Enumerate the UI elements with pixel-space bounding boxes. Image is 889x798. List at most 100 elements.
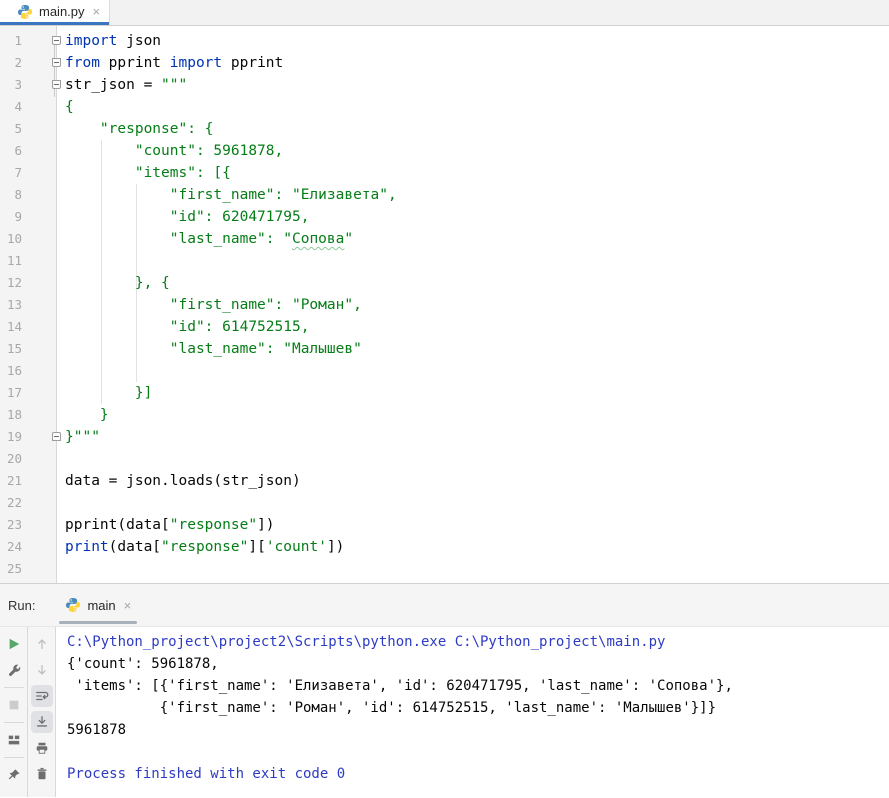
run-label: Run: (8, 597, 36, 613)
gutter-fold-column (22, 206, 65, 228)
run-console: C:\Python_project\project2\Scripts\pytho… (0, 627, 889, 797)
python-icon (65, 597, 81, 613)
tab-title: main.py (39, 4, 85, 19)
code-text: data = json.loads(str_json) (65, 473, 301, 489)
print-icon[interactable] (31, 737, 53, 759)
gutter-fold-column (22, 382, 65, 404)
code-line: 21 data = json.loads(str_json) (0, 470, 889, 492)
code-line: 1 import json (0, 30, 889, 52)
python-icon (17, 4, 33, 20)
restore-layout-icon[interactable] (3, 729, 25, 751)
selected-run-tab-underline (59, 621, 138, 624)
console-toolbar (28, 627, 56, 797)
code-text: "items": [{ (65, 165, 231, 181)
wrench-icon[interactable] (3, 659, 25, 681)
line-number: 19 (6, 429, 22, 444)
run-tab-main[interactable]: main × (59, 584, 138, 626)
line-number: 2 (14, 55, 22, 70)
console-output: C:\Python_project\project2\Scripts\pytho… (56, 627, 889, 785)
gutter-fold-column (22, 74, 65, 96)
close-icon[interactable]: × (124, 599, 132, 612)
down-stacktrace-icon[interactable] (31, 659, 53, 681)
code-text: }] (65, 385, 153, 401)
line-number: 8 (14, 187, 22, 202)
line-number: 5 (14, 121, 22, 136)
gutter-fold-column (22, 294, 65, 316)
line-number: 13 (6, 297, 22, 312)
line-number: 1 (14, 33, 22, 48)
gutter-fold-column (22, 118, 65, 140)
run-toolbar (0, 627, 28, 797)
gutter-fold-column (22, 162, 65, 184)
line-number: 17 (6, 385, 22, 400)
toolbar-divider (3, 687, 24, 688)
gutter-fold-column (22, 514, 65, 536)
soft-wrap-icon[interactable] (30, 685, 53, 707)
code-line: 16 (0, 360, 889, 382)
stop-icon[interactable] (3, 694, 25, 716)
scroll-to-end-icon[interactable] (30, 711, 53, 733)
rerun-icon[interactable] (3, 633, 25, 655)
code-line: 19 }""" (0, 426, 889, 448)
code-text: print(data["response"]['count']) (65, 539, 345, 555)
code-text: "id": 614752515, (65, 319, 310, 335)
code-line: 18 } (0, 404, 889, 426)
code-line: 12 }, { (0, 272, 889, 294)
fold-marker-icon[interactable] (52, 58, 61, 67)
gutter-fold-column (22, 184, 65, 206)
gutter-fold-column (22, 492, 65, 514)
console-output-area[interactable]: C:\Python_project\project2\Scripts\pytho… (56, 627, 889, 797)
code-line: 9 "id": 620471795, (0, 206, 889, 228)
clear-all-icon[interactable] (31, 763, 53, 785)
line-number: 10 (6, 231, 22, 246)
run-tab-title: main (87, 597, 116, 613)
gutter-fold-column (22, 52, 65, 74)
code-text: "last_name": "Малышев" (65, 341, 362, 357)
line-number: 9 (14, 209, 22, 224)
line-number: 14 (6, 319, 22, 334)
code-text: "last_name": "Сопова" (65, 231, 354, 247)
code-text: }, { (65, 275, 170, 291)
run-panel-header: Run: main × (0, 583, 889, 627)
code-line: 24 print(data["response"]['count']) (0, 536, 889, 558)
code-line: 20 (0, 448, 889, 470)
toolbar-divider (3, 722, 24, 723)
code-line: 23 pprint(data["response"]) (0, 514, 889, 536)
line-number: 25 (6, 561, 22, 576)
pin-icon[interactable] (3, 764, 25, 786)
gutter-fold-column (22, 316, 65, 338)
tab-main-py[interactable]: main.py × (0, 0, 111, 25)
code-line: 4{ (0, 96, 889, 118)
code-text: }""" (65, 429, 100, 445)
fold-end-marker-icon[interactable] (52, 432, 61, 441)
fold-marker-icon[interactable] (52, 36, 61, 45)
editor[interactable]: 1 import json 2 from pprint import pprint 3 s… (0, 26, 889, 583)
code-line: 15 "last_name": "Малышев" (0, 338, 889, 360)
code-text: import json (65, 33, 162, 49)
up-stacktrace-icon[interactable] (31, 633, 53, 655)
code-text: "count": 5961878, (65, 143, 284, 159)
gutter-fold-column (22, 448, 65, 470)
code-line: 8 "first_name": "Елизавета", (0, 184, 889, 206)
line-number: 24 (6, 539, 22, 554)
code-text: } (65, 407, 109, 423)
gutter-fold-column (22, 228, 65, 250)
code-text: "first_name": "Роман", (65, 297, 362, 313)
code-line: 10 "last_name": "Сопова" (0, 228, 889, 250)
close-icon[interactable]: × (93, 5, 101, 18)
console-line: Process finished with exit code 0 (67, 766, 346, 782)
active-tab-underline (0, 22, 110, 25)
console-line: C:\Python_project\project2\Scripts\pytho… (67, 634, 666, 650)
fold-marker-icon[interactable] (52, 80, 61, 89)
gutter-fold-column (22, 250, 65, 272)
toolbar-divider (3, 757, 24, 758)
gutter-fold-column (22, 360, 65, 382)
gutter-fold-column (22, 338, 65, 360)
code-line: 5 "response": { (0, 118, 889, 140)
code-line: 6 "count": 5961878, (0, 140, 889, 162)
gutter-fold-column (22, 96, 65, 118)
console-line: 'items': [{'first_name': 'Елизавета', 'i… (67, 678, 733, 694)
console-line: 5961878 (67, 722, 127, 738)
line-number: 12 (6, 275, 22, 290)
